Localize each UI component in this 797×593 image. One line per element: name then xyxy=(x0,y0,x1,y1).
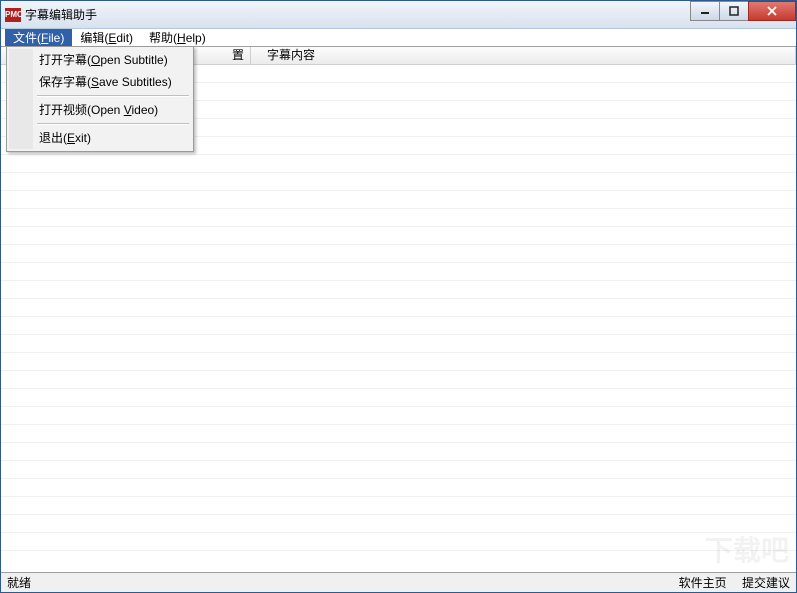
status-homepage-link[interactable]: 软件主页 xyxy=(679,576,727,590)
table-row xyxy=(1,443,796,461)
status-ready: 就绪 xyxy=(7,574,31,591)
table-row xyxy=(1,353,796,371)
table-row xyxy=(1,533,796,551)
table-row xyxy=(1,263,796,281)
menu-item-open-subtitle[interactable]: 打开字幕(Open Subtitle) xyxy=(9,49,191,71)
column-header-content[interactable]: 字幕内容 xyxy=(251,47,796,64)
table-row xyxy=(1,335,796,353)
maximize-button[interactable] xyxy=(719,1,749,21)
table-row xyxy=(1,317,796,335)
menu-item-exit[interactable]: 退出(Exit) xyxy=(9,127,191,149)
menu-item-label: 打开视频(Open Video) xyxy=(39,103,158,117)
app-icon: PMC xyxy=(5,8,21,22)
table-row xyxy=(1,155,796,173)
table-row xyxy=(1,173,796,191)
statusbar: 就绪 软件主页 提交建议 xyxy=(1,572,796,592)
table-row xyxy=(1,497,796,515)
menu-separator xyxy=(37,123,189,125)
table-row xyxy=(1,515,796,533)
menu-item-label: 打开字幕(Open Subtitle) xyxy=(39,53,168,67)
close-icon xyxy=(766,6,778,16)
table-row xyxy=(1,299,796,317)
menubar: 文件(File) 编辑(Edit) 帮助(Help) xyxy=(1,29,796,47)
menu-item-label: 退出(Exit) xyxy=(39,131,91,145)
table-row xyxy=(1,371,796,389)
table-row xyxy=(1,407,796,425)
menu-item-label: 保存字幕(Save Subtitles) xyxy=(39,75,172,89)
status-right: 软件主页 提交建议 xyxy=(667,574,790,591)
minimize-button[interactable] xyxy=(690,1,720,21)
window-controls xyxy=(691,1,796,21)
table-row xyxy=(1,425,796,443)
status-feedback-link[interactable]: 提交建议 xyxy=(742,576,790,590)
table-row xyxy=(1,191,796,209)
menu-edit[interactable]: 编辑(Edit) xyxy=(72,29,141,46)
file-menu-dropdown: 打开字幕(Open Subtitle) 保存字幕(Save Subtitles)… xyxy=(6,46,194,152)
minimize-icon xyxy=(700,6,710,16)
menu-separator xyxy=(37,95,189,97)
table-row xyxy=(1,479,796,497)
table-row xyxy=(1,245,796,263)
window-title: 字幕编辑助手 xyxy=(25,6,97,23)
titlebar[interactable]: PMC 字幕编辑助手 xyxy=(1,1,796,29)
maximize-icon xyxy=(729,6,739,16)
menu-help[interactable]: 帮助(Help) xyxy=(141,29,214,46)
menu-file[interactable]: 文件(File) xyxy=(5,29,72,46)
table-row xyxy=(1,281,796,299)
menu-item-save-subtitles[interactable]: 保存字幕(Save Subtitles) xyxy=(9,71,191,93)
close-button[interactable] xyxy=(748,1,796,21)
table-row xyxy=(1,461,796,479)
table-row xyxy=(1,209,796,227)
table-row xyxy=(1,227,796,245)
table-row xyxy=(1,389,796,407)
menu-item-open-video[interactable]: 打开视频(Open Video) xyxy=(9,99,191,121)
